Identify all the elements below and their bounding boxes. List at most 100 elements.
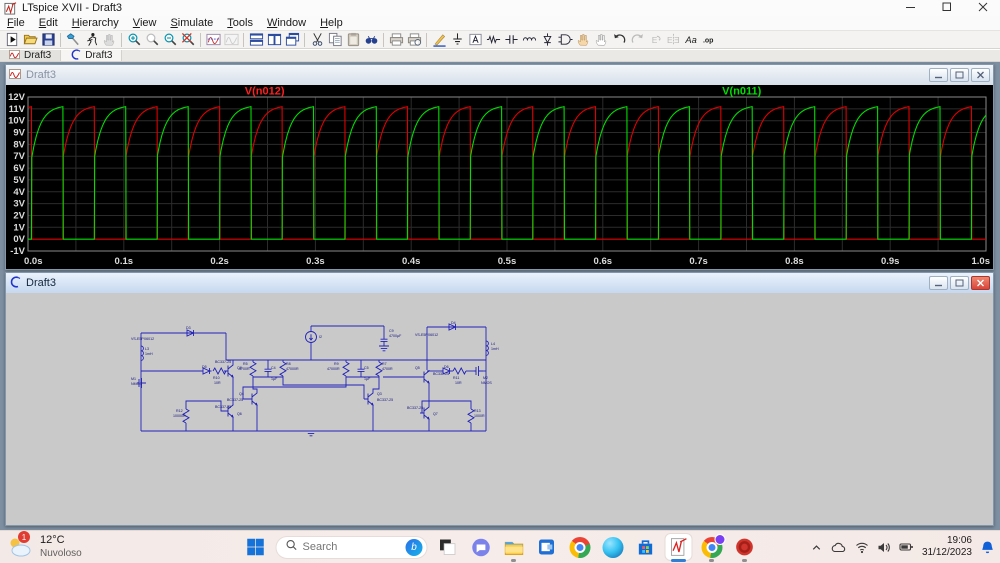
inductor-icon[interactable]: [520, 31, 538, 48]
component-label: D4: [451, 321, 456, 325]
schematic-canvas[interactable]: D3VS-E5PX6012L31mHM1NMOSD5R1010RR1210000…: [6, 293, 993, 525]
child-minimize-icon[interactable]: [929, 68, 948, 82]
open-icon[interactable]: [21, 31, 39, 48]
volume-icon[interactable]: [877, 541, 891, 554]
search-input[interactable]: [303, 541, 401, 553]
copy-icon[interactable]: [326, 31, 344, 48]
minimize-icon[interactable]: [906, 2, 916, 12]
halt-icon[interactable]: [100, 31, 118, 48]
component-label: VS-E5PX6012: [131, 337, 154, 341]
app-icon-task-view[interactable]: [435, 534, 461, 560]
component-icon[interactable]: [556, 31, 574, 48]
app-icon-ltspice[interactable]: [666, 534, 692, 560]
tile-horizontal-icon[interactable]: [247, 31, 265, 48]
zoom-full-icon[interactable]: [179, 31, 197, 48]
print-icon[interactable]: [387, 31, 405, 48]
waveform-window-titlebar[interactable]: Draft3: [6, 65, 993, 85]
menu-hierarchy[interactable]: Hierarchy: [65, 17, 126, 29]
app-icon-chrome-pwa[interactable]: [699, 534, 725, 560]
undo-icon[interactable]: [610, 31, 628, 48]
x-tick-label: 0.3s: [306, 256, 325, 267]
child-restore-icon[interactable]: [950, 68, 969, 82]
menu-edit[interactable]: Edit: [32, 17, 65, 29]
app-icon-photos[interactable]: [534, 534, 560, 560]
find-icon[interactable]: [362, 31, 380, 48]
start-button[interactable]: [243, 534, 269, 560]
running-indicator: [742, 559, 747, 562]
toolbar-separator: [426, 33, 427, 47]
child-restore-icon[interactable]: [950, 276, 969, 290]
app-icon-store[interactable]: [633, 534, 659, 560]
move-hand-icon[interactable]: [574, 31, 592, 48]
child-close-icon[interactable]: [971, 276, 990, 290]
app-icon-chat[interactable]: [468, 534, 494, 560]
zoom-out-icon[interactable]: [161, 31, 179, 48]
battery-icon[interactable]: [899, 541, 914, 553]
weather-widget[interactable]: 1 12°C Nuvoloso: [7, 531, 82, 563]
pencil-icon[interactable]: [430, 31, 448, 48]
ground-icon[interactable]: [448, 31, 466, 48]
redo-icon[interactable]: [628, 31, 646, 48]
waveform-plot-area[interactable]: 12V11V10V9V8V7V6V5V4V3V2V1V0V-1V0.0s0.1s…: [6, 85, 993, 269]
cascade-icon[interactable]: [283, 31, 301, 48]
diode-icon[interactable]: [538, 31, 556, 48]
search-box[interactable]: b: [276, 536, 428, 559]
control-panel-icon[interactable]: [64, 31, 82, 48]
mirror-icon[interactable]: EE: [664, 31, 682, 48]
schematic-window-titlebar[interactable]: Draft3: [6, 273, 993, 293]
onedrive-icon[interactable]: [831, 541, 847, 554]
menu-view[interactable]: View: [126, 17, 164, 29]
tab-draft3-0[interactable]: Draft3: [0, 50, 61, 61]
capacitor-icon[interactable]: [502, 31, 520, 48]
drag-hand-icon[interactable]: [592, 31, 610, 48]
label-net-icon[interactable]: [466, 31, 484, 48]
menu-help[interactable]: Help: [313, 17, 350, 29]
x-tick-label: 1.0s: [972, 256, 991, 267]
bing-icon[interactable]: b: [406, 539, 423, 556]
app-icon-file-explorer[interactable]: [501, 534, 527, 560]
component-label: D6: [444, 365, 449, 369]
zoom-in-icon[interactable]: [125, 31, 143, 48]
text-icon[interactable]: Aa: [682, 31, 700, 48]
menu-tools[interactable]: Tools: [220, 17, 260, 29]
zoom-back-icon[interactable]: [143, 31, 161, 48]
save-icon[interactable]: [39, 31, 57, 48]
child-close-icon[interactable]: [971, 68, 990, 82]
component-label: D5: [202, 365, 207, 369]
maximize-icon[interactable]: [942, 2, 952, 12]
mark-unzoom-icon[interactable]: [222, 31, 240, 48]
paste-icon[interactable]: [344, 31, 362, 48]
resistor-icon[interactable]: [484, 31, 502, 48]
tab-label: Draft3: [24, 50, 51, 61]
component-label: 10000R: [173, 414, 186, 418]
menu-file[interactable]: File: [0, 17, 32, 29]
schematic-window-title: Draft3: [26, 277, 56, 289]
taskbar-clock[interactable]: 19:06 31/12/2023: [922, 535, 972, 560]
y-tick-label: 2V: [13, 210, 25, 221]
wifi-icon[interactable]: [855, 541, 869, 554]
run-icon[interactable]: [3, 31, 21, 48]
tab-draft3-1[interactable]: Draft3: [61, 50, 122, 61]
weather-temp: 12°C: [40, 534, 82, 547]
menu-window[interactable]: Window: [260, 17, 313, 29]
spice-directive-icon[interactable]: .op: [700, 31, 718, 48]
app-icon-chrome[interactable]: [567, 534, 593, 560]
rotate-icon[interactable]: E: [646, 31, 664, 48]
child-minimize-icon[interactable]: [929, 276, 948, 290]
component-label: Q7: [433, 412, 438, 416]
svg-text:.op: .op: [702, 37, 713, 44]
cut-icon[interactable]: [308, 31, 326, 48]
app-icon-anydesk[interactable]: [732, 534, 758, 560]
chevron-up-icon[interactable]: [810, 541, 823, 554]
print-preview-icon[interactable]: [405, 31, 423, 48]
component-label: VS-E5PX6012: [415, 333, 438, 337]
tile-vertical-icon[interactable]: [265, 31, 283, 48]
close-icon[interactable]: [978, 2, 988, 12]
schematic-window: Draft3 D3VS-E5PX6012L31mHM1NMOSD5R1010RR…: [5, 272, 994, 526]
notification-bell-icon[interactable]: [980, 540, 995, 555]
npn-glyph: [364, 392, 373, 406]
waveform-icon[interactable]: [204, 31, 222, 48]
menu-simulate[interactable]: Simulate: [163, 17, 220, 29]
app-icon-edge[interactable]: [600, 534, 626, 560]
run-man-icon[interactable]: [82, 31, 100, 48]
